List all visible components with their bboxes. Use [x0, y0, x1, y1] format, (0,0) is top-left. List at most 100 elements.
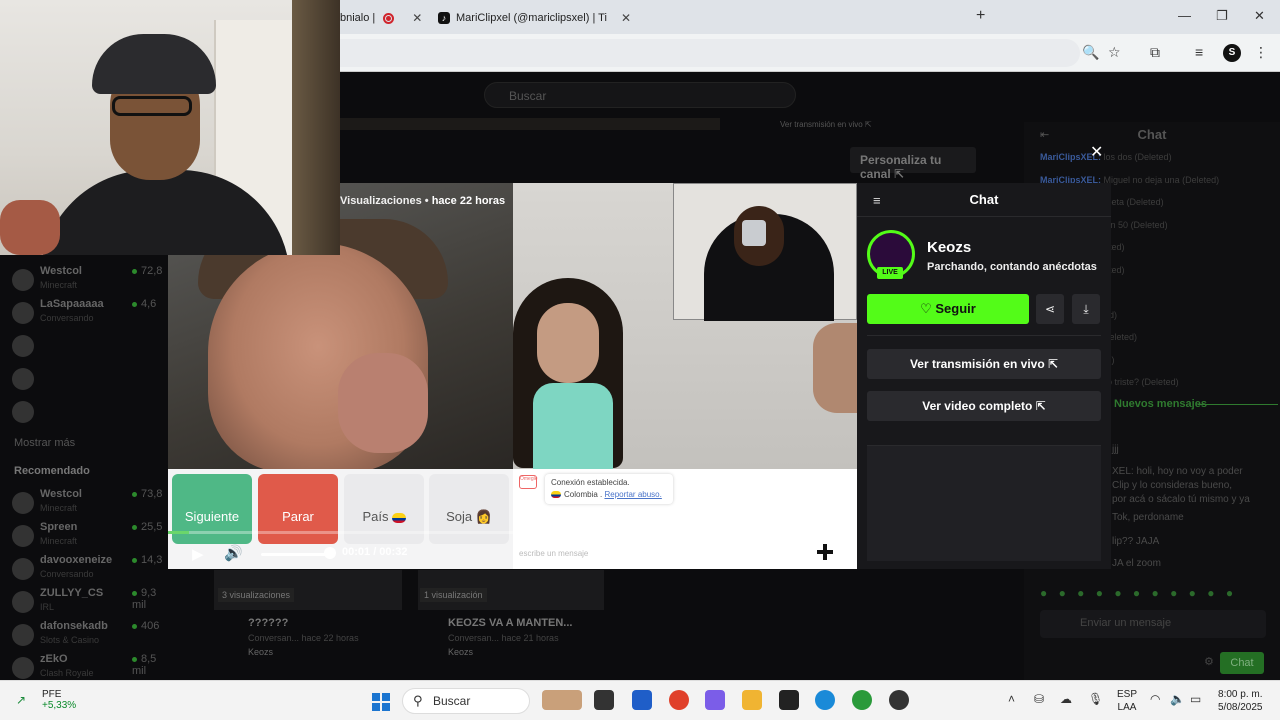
bg-chat-send-button[interactable]: Chat — [1220, 652, 1264, 674]
task-view-icon[interactable] — [594, 690, 614, 710]
profile-avatar[interactable]: S — [1223, 44, 1241, 62]
sidebar-channel[interactable]: Spreen Minecraft 25,5 — [12, 521, 172, 551]
card-user[interactable]: Keozs — [248, 647, 273, 657]
card-title[interactable]: ?????? — [248, 617, 288, 629]
address-bar[interactable] — [340, 39, 1080, 67]
windows-start-icon[interactable] — [372, 693, 390, 711]
close-tab-icon[interactable]: ✕ — [621, 11, 631, 25]
amazon-icon[interactable] — [779, 690, 799, 710]
streamer-name[interactable]: Keozs — [927, 239, 971, 256]
video-card-1[interactable]: 3 visualizaciones — [214, 570, 402, 610]
volume-tray-icon[interactable]: 🔈 — [1170, 692, 1185, 706]
sidebar-channel[interactable] — [12, 331, 172, 361]
download-icon[interactable]: ⤓ — [1072, 294, 1100, 324]
follow-button[interactable]: ♡ Seguir — [867, 294, 1029, 324]
file-explorer-icon[interactable] — [742, 690, 762, 710]
close-window-button[interactable]: ✕ — [1254, 8, 1265, 24]
panel-title: Chat — [969, 192, 999, 207]
stock-widget[interactable]: ↗ PFE +5,33% — [16, 689, 76, 711]
tray-app-icon[interactable]: ⛁ — [1034, 692, 1044, 706]
close-icon[interactable]: ✕ — [1090, 142, 1103, 162]
volume-knob[interactable] — [324, 547, 336, 559]
close-tab-icon[interactable]: ✕ — [412, 11, 422, 25]
tab-previous[interactable]: bnialo | ✕ — [340, 6, 422, 30]
emote-row[interactable]: ● ● ● ● ● ● ● ● ● ● ● — [1040, 586, 1237, 600]
chrome-icon[interactable] — [669, 690, 689, 710]
viewer-count: 25,5 — [132, 521, 162, 533]
minimize-button[interactable]: — — [1178, 8, 1191, 23]
play-icon[interactable]: ▶ — [192, 545, 204, 563]
restore-button[interactable]: ❐ — [1216, 8, 1228, 24]
card-user[interactable]: Keozs — [448, 647, 473, 657]
viewer-count-value: 406 — [141, 620, 160, 632]
chat-message: jjj — [1112, 444, 1119, 455]
obs-icon[interactable] — [889, 690, 909, 710]
sidebar-channel[interactable] — [12, 397, 172, 427]
viewer-count-value: 73,8 — [141, 488, 163, 500]
volume-slider[interactable] — [261, 553, 329, 556]
tray-expand-icon[interactable]: ˄ — [1008, 692, 1015, 706]
channel-name: Westcol — [40, 488, 82, 500]
recording-icon — [383, 12, 395, 24]
windows-taskbar: ↗ PFE +5,33% ⚲ Buscar ˄ ⛁ ☁ 🎙 ESP LAA ◠ … — [0, 680, 1280, 720]
sidebar-channel[interactable] — [12, 364, 172, 394]
omegle-icon: Omegle — [519, 475, 538, 489]
left-sidebar: Westcol Minecraft 72,8 LaSapaaaaa Conversand… — [0, 255, 168, 680]
sidebar-channel[interactable]: davooxeneize Conversando 14,3 — [12, 554, 172, 584]
sidebar-channel[interactable]: Westcol Minecraft 73,8 — [12, 488, 172, 518]
watch-full-video-button[interactable]: Ver video completo ⇱ — [867, 391, 1101, 421]
copilot-icon[interactable] — [705, 690, 725, 710]
media-control-icon[interactable]: ≡ — [1195, 44, 1203, 60]
microphone-icon[interactable]: 🎙 — [1088, 692, 1103, 706]
taskbar-search[interactable]: ⚲ Buscar — [402, 688, 530, 714]
battery-icon[interactable]: ▭ — [1190, 692, 1201, 706]
share-icon[interactable]: ⋖ — [1036, 294, 1064, 324]
card-views: 1 visualización — [420, 588, 487, 602]
video-card-2[interactable]: 1 visualización — [418, 570, 604, 610]
channel-name: LaSapaaaaa — [40, 298, 104, 310]
watch-live-button[interactable]: Ver transmisión en vivo ⇱ — [867, 349, 1101, 379]
more-menu-icon[interactable]: ⋮ — [1254, 44, 1268, 61]
channel-name: Westcol — [40, 265, 82, 277]
country-name: Colombia — [564, 490, 598, 499]
sidebar-channel[interactable]: Westcol Minecraft 72,8 — [12, 265, 172, 295]
onedrive-icon[interactable]: ☁ — [1060, 692, 1072, 706]
language-indicator[interactable]: ESP LAA — [1117, 688, 1137, 714]
card-title[interactable]: KEOZS VA A MANTEN... — [448, 617, 572, 629]
bg-watch-live-link[interactable]: Ver transmisión en vivo ⇱ — [780, 120, 872, 129]
clock[interactable]: 8:00 p. m. 5/08/2025 — [1218, 688, 1263, 714]
store-icon[interactable] — [632, 690, 652, 710]
zoom-icon[interactable]: 🔍 — [1082, 44, 1099, 61]
chat-settings-icon[interactable]: ⚙ — [1204, 655, 1214, 668]
sidebar-channel[interactable]: LaSapaaaaa Conversando 4,6 — [12, 298, 172, 328]
report-abuse-link[interactable]: Reportar abuso. — [604, 490, 661, 499]
viewer-count-value: 72,8 — [141, 265, 163, 277]
sidebar-channel[interactable]: dafonsekadb Slots & Casino 406 — [12, 620, 172, 650]
bookmark-star-icon[interactable]: ☆ — [1108, 44, 1121, 61]
site-search-input[interactable]: Buscar — [484, 82, 796, 108]
chrome-active-icon[interactable] — [852, 690, 872, 710]
bg-chat-input[interactable]: Enviar un mensaje — [1040, 610, 1266, 638]
divider — [867, 335, 1101, 336]
show-more-link[interactable]: Mostrar más — [14, 437, 75, 449]
tab-tiktok[interactable]: ♪ MariClipxel (@mariclipsxel) | Ti ✕ — [438, 6, 631, 30]
chat-message: MariClipsXEL: los dos (Deleted) — [1040, 152, 1172, 162]
omegle-message-input[interactable]: escribe un mensaje — [519, 549, 588, 558]
sidebar-channel[interactable]: zEkO Clash Royale 8,5 mil — [12, 653, 172, 683]
viewer-count: 9,3 mil — [132, 587, 172, 611]
extensions-icon[interactable]: ⧉ — [1150, 44, 1160, 61]
browser-tab-bar: bnialo | ✕ ♪ MariClipxel (@mariclipsxel)… — [340, 0, 1280, 34]
edge-icon[interactable] — [815, 690, 835, 710]
avatar — [12, 525, 34, 547]
customize-channel-button[interactable]: Personaliza tu canal ⇱ — [850, 147, 976, 181]
widgets-icon[interactable] — [542, 690, 582, 710]
wifi-icon[interactable]: ◠ — [1150, 692, 1160, 706]
fullscreen-icon[interactable] — [817, 544, 833, 560]
new-tab-button[interactable]: + — [976, 7, 985, 25]
stock-change: +5,33% — [42, 700, 77, 711]
chat-text: Miguel no deja una (Deleted) — [1103, 174, 1220, 185]
volume-icon[interactable]: 🔊 — [224, 544, 243, 562]
colombia-flag-icon — [551, 491, 561, 499]
sidebar-channel[interactable]: ZULLYY_CS IRL 9,3 mil — [12, 587, 172, 617]
progress-track[interactable] — [168, 531, 857, 534]
